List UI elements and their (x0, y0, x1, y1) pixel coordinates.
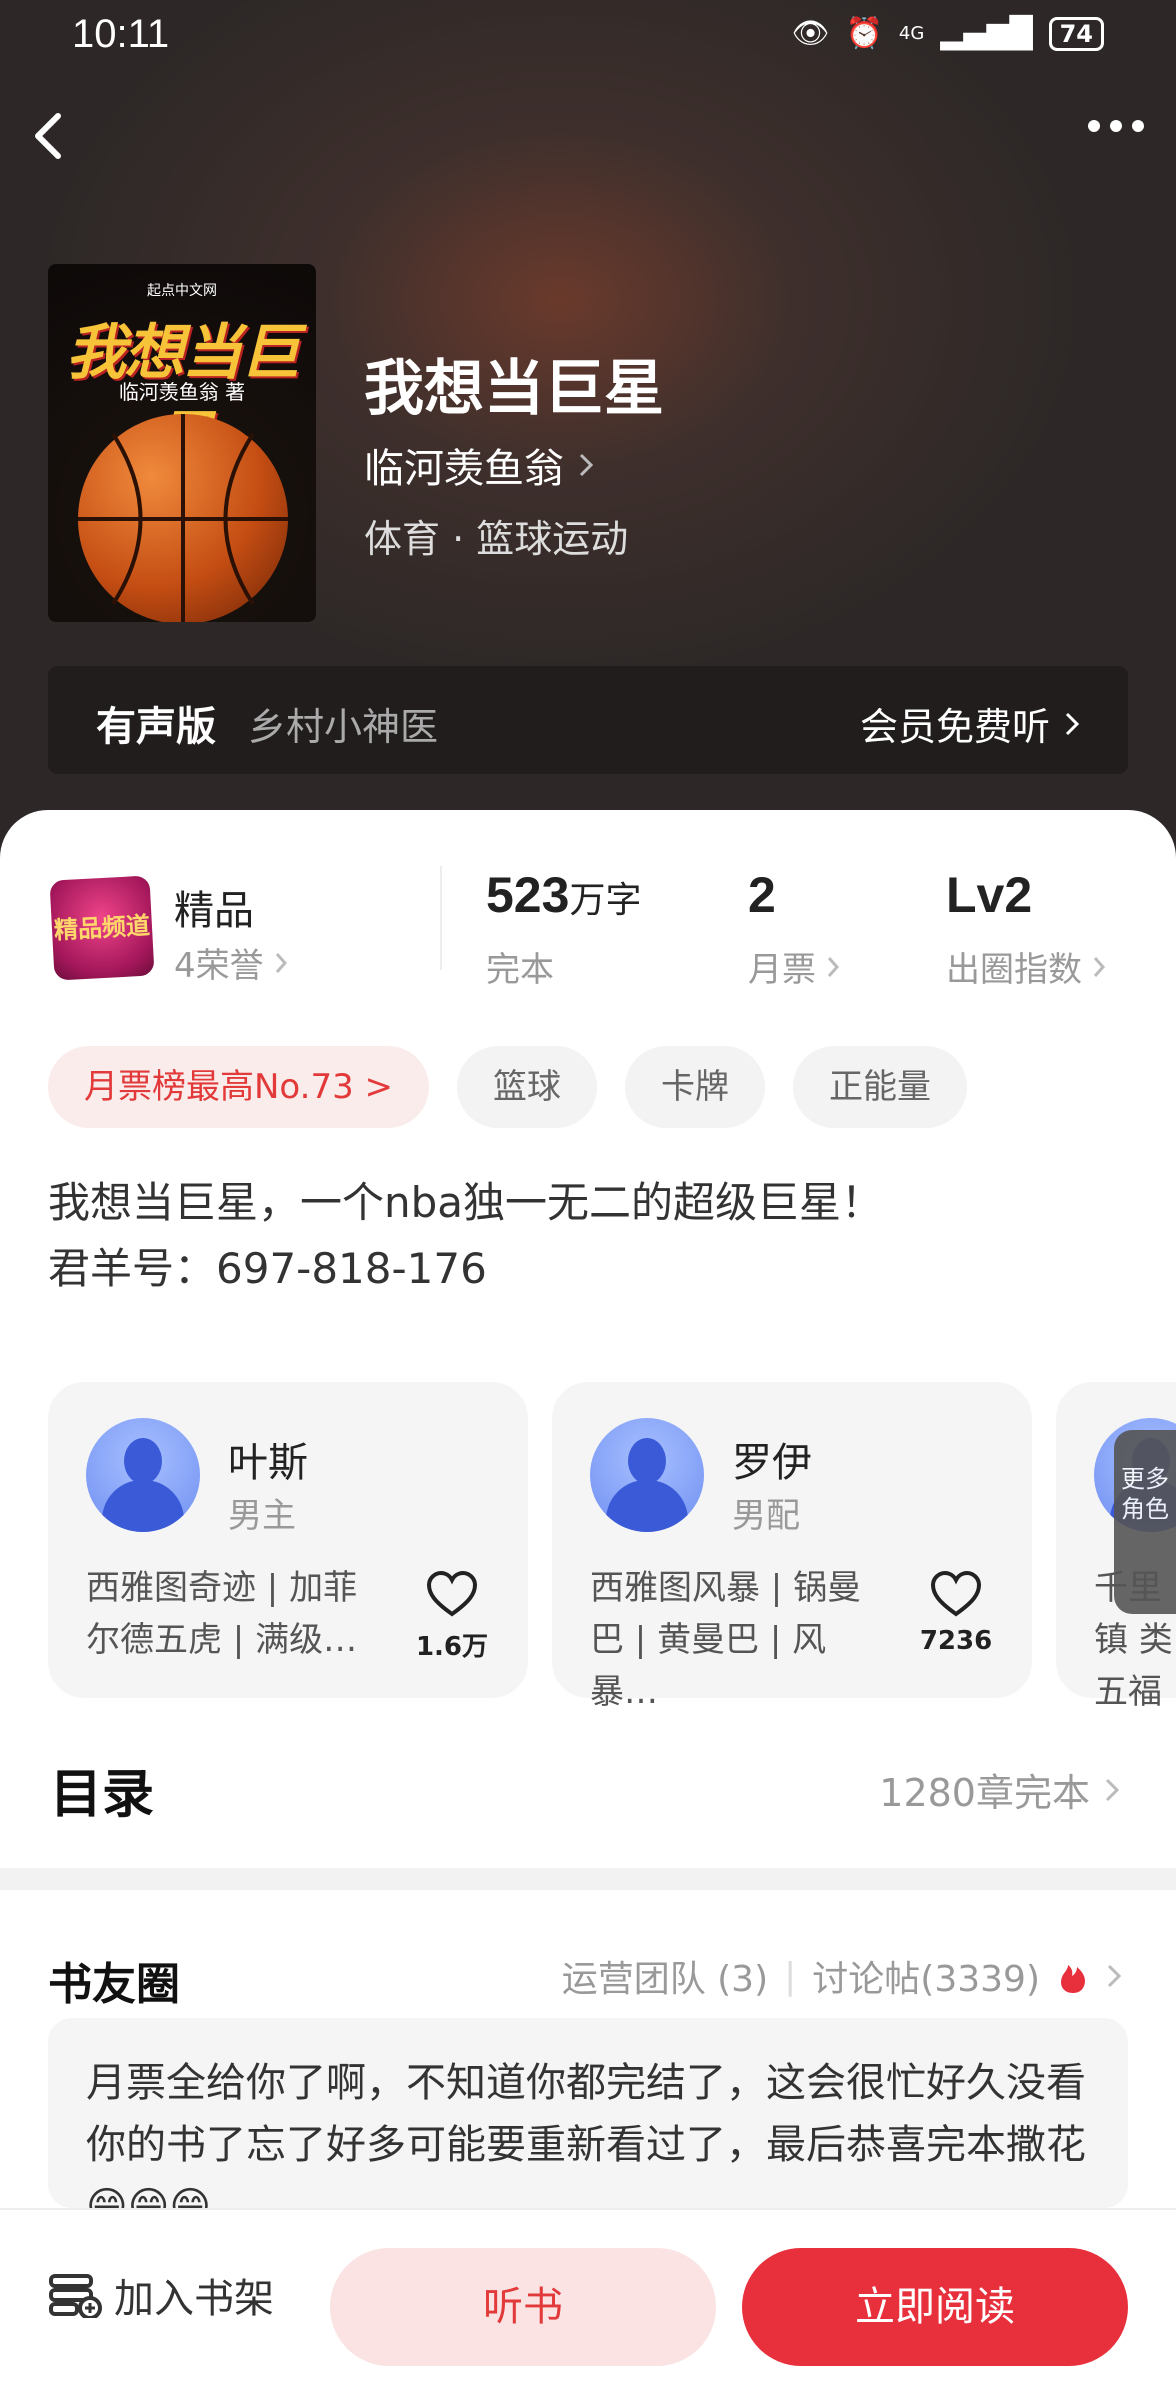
character-like-button[interactable]: 7236 (916, 1570, 996, 1656)
character-card[interactable]: 叶斯 男主 西雅图奇迹 | 加菲尔德五虎 | 满级… 1.6万 (48, 1382, 528, 1698)
eye-icon: 👁 (791, 16, 830, 51)
chevron-right-icon (827, 956, 840, 977)
bottom-action-bar: 加入书架 听书 立即阅读 (0, 2208, 1176, 2400)
audio-version-bar[interactable]: 有声版 乡村小神医 会员免费听 (48, 666, 1128, 774)
word-count-number: 523 (486, 867, 570, 923)
quality-label: 精品 (174, 888, 254, 934)
heart-icon (426, 1570, 478, 1617)
listen-button[interactable]: 听书 (330, 2248, 716, 2366)
monthly-tickets-label: 月票 (748, 950, 816, 990)
description-line: 我想当巨星，一个nba独一无二的超级巨星！ (48, 1178, 884, 1227)
honors-label: 4荣誉 (174, 946, 264, 986)
status-time: 10:11 (72, 12, 170, 56)
word-count-unit: 万字 (569, 879, 642, 920)
network-label: 4G (898, 23, 925, 44)
chevron-left-icon (35, 113, 61, 159)
monthly-tickets-link[interactable]: 月票 (748, 942, 840, 991)
back-button[interactable] (30, 106, 90, 166)
tag-ranking[interactable]: 月票榜最高No.73 > (48, 1046, 430, 1128)
signal-icon: ▂▄▆█ (940, 16, 1033, 51)
chevron-right-icon (1105, 1778, 1120, 1801)
add-bookshelf-icon (49, 2274, 102, 2318)
character-description: 西雅图奇迹 | 加菲尔德五虎 | 满级… (86, 1568, 358, 1660)
character-role: 男配 (732, 1496, 800, 1536)
word-count: 523万字 (486, 866, 641, 924)
influence-level: Lv2 (946, 867, 1033, 923)
catalog-link[interactable]: 1280章完本 (879, 1762, 1120, 1817)
cover-brand: 起点中文网 (147, 283, 217, 299)
discussion-post-card[interactable]: 月票全给你了啊，不知道你都完结了，这会很忙好久没看你的书了忘了好多可能要重新看过… (48, 2018, 1128, 2208)
character-name: 罗伊 (732, 1440, 812, 1486)
character-like-button[interactable]: 1.6万 (412, 1570, 492, 1663)
more-options-button[interactable] (1088, 120, 1144, 132)
honors-link[interactable]: 4荣誉 (174, 938, 288, 987)
chapter-count: 1280章完本 (879, 1771, 1090, 1815)
premium-channel-badge: 精品频道 (49, 875, 155, 981)
battery-icon: 74 (1048, 16, 1104, 51)
flame-icon (1061, 1965, 1086, 1993)
dot-icon (1132, 120, 1144, 132)
character-name: 叶斯 (228, 1440, 308, 1486)
catalog-title[interactable]: 目录 (50, 1752, 154, 1827)
audio-label: 有声版 (96, 704, 216, 750)
meta-separator: | (784, 1955, 797, 1997)
discussion-post-text: 月票全给你了啊，不知道你都完结了，这会很忙好久没看你的书了忘了好多可能要重新看过… (86, 2060, 1086, 2208)
cover-author: 临河羡鱼翁 著 (118, 380, 246, 404)
character-role: 男主 (228, 1496, 296, 1536)
description-line: 君羊号：697-818-176 (48, 1244, 487, 1293)
author-name: 临河羡鱼翁 (364, 446, 564, 492)
chevron-right-icon (1065, 712, 1080, 735)
like-count: 7236 (919, 1626, 993, 1656)
book-circle-meta[interactable]: 运营团队 (3) | 讨论帖(3339) (562, 1950, 1122, 2002)
heart-icon (930, 1570, 982, 1617)
chevron-right-icon (1093, 956, 1106, 977)
basketball-image (78, 414, 288, 622)
influence-index-link[interactable]: 出圈指数 (946, 942, 1106, 991)
add-to-shelf-button[interactable]: 加入书架 (48, 2266, 274, 2324)
tag-list: 月票榜最高No.73 > 篮球 卡牌 正能量 (48, 1046, 968, 1128)
book-genre: 体育 · 篮球运动 (364, 517, 629, 561)
audio-cta-label: 会员免费听 (859, 705, 1050, 749)
discussion-posts: 讨论帖(3339) (812, 1959, 1040, 2000)
more-characters-button[interactable]: 更多角色 (1114, 1430, 1176, 1614)
like-count: 1.6万 (415, 1632, 489, 1662)
alarm-icon: ⏰ (845, 16, 883, 51)
author-link[interactable]: 临河羡鱼翁 (364, 436, 594, 494)
dot-icon (1110, 120, 1122, 132)
chevron-right-icon (579, 453, 594, 477)
chevron-right-icon (275, 952, 287, 973)
tag-item[interactable]: 篮球 (457, 1046, 598, 1128)
character-avatar (590, 1418, 704, 1532)
character-avatar (86, 1418, 200, 1532)
operation-team: 运营团队 (3) (561, 1959, 769, 2000)
stats-divider (440, 866, 442, 970)
monthly-tickets-count: 2 (748, 867, 776, 923)
add-to-shelf-label: 加入书架 (114, 2276, 274, 2322)
section-divider (0, 1868, 1176, 1890)
audio-member-free-link[interactable]: 会员免费听 (860, 696, 1080, 751)
chevron-right-icon (1107, 1964, 1122, 1988)
tag-item[interactable]: 卡牌 (625, 1046, 766, 1128)
book-description[interactable]: 我想当巨星，一个nba独一无二的超级巨星！ 君羊号：697-818-176 (48, 1170, 883, 1302)
character-description: 西雅图风暴 | 锅曼巴 | 黄曼巴 | 风暴… (590, 1568, 862, 1712)
book-circle-title[interactable]: 书友圈 (48, 1948, 180, 2012)
audio-narrator: 乡村小神医 (248, 705, 439, 749)
completion-status: 完本 (486, 950, 554, 990)
status-bar: 10:11 👁 ⏰ 4G ▂▄▆█ 74 (0, 0, 1176, 72)
tag-item[interactable]: 正能量 (793, 1046, 968, 1128)
dot-icon (1088, 120, 1100, 132)
influence-index-label: 出圈指数 (946, 950, 1082, 990)
read-now-button[interactable]: 立即阅读 (742, 2248, 1128, 2366)
book-title: 我想当巨星 (364, 354, 664, 424)
book-cover[interactable]: 起点中文网 我想当巨星 临河羡鱼翁 著 (48, 264, 316, 622)
character-card[interactable]: 罗伊 男配 西雅图风暴 | 锅曼巴 | 黄曼巴 | 风暴… 7236 (552, 1382, 1032, 1712)
status-icons: 👁 ⏰ 4G ▂▄▆█ 74 (791, 16, 1104, 51)
